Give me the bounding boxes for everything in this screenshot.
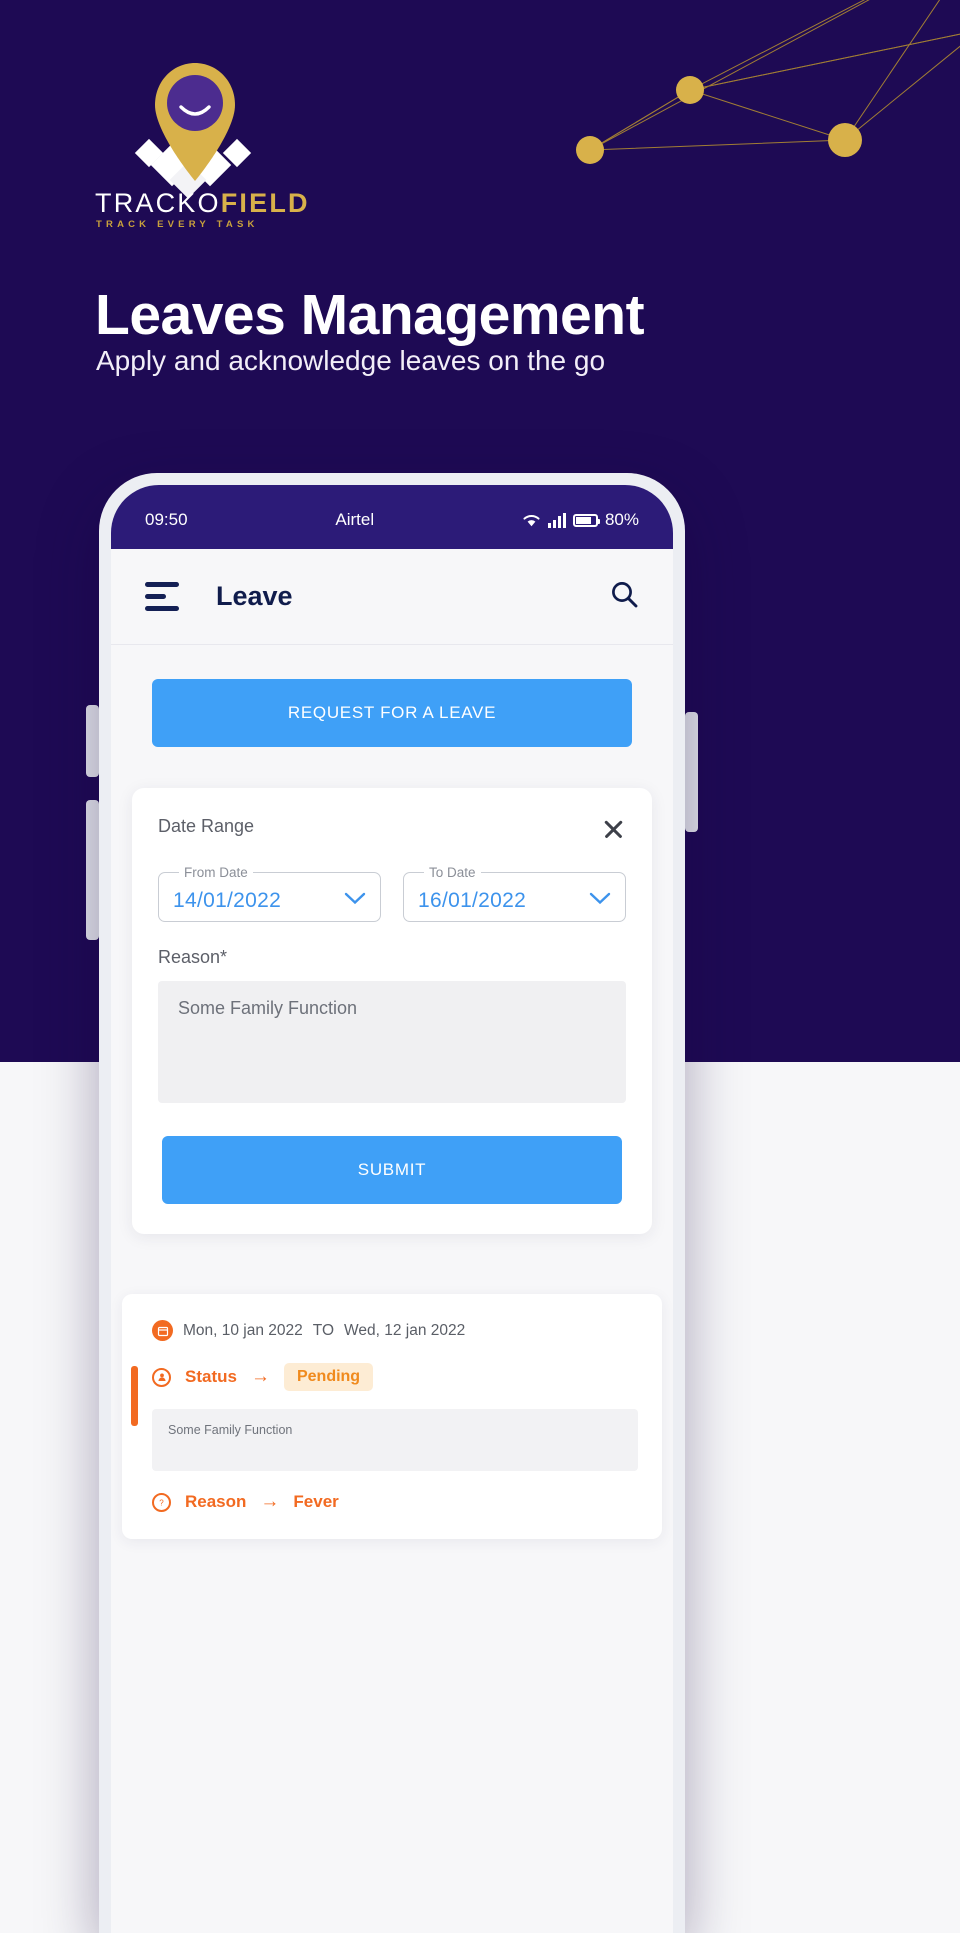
status-row: Status → Pending bbox=[152, 1363, 638, 1391]
map-pin-icon bbox=[95, 55, 295, 205]
history-to-word: TO bbox=[312, 1321, 335, 1339]
hero-title: Leaves Management bbox=[95, 283, 645, 347]
network-decoration bbox=[576, 0, 960, 164]
to-date-value: 16/01/2022 bbox=[418, 888, 527, 912]
from-date-value: 14/01/2022 bbox=[173, 888, 282, 912]
history-to-date: Wed, 12 jan 2022 bbox=[344, 1321, 466, 1339]
reason-label: Reason* bbox=[158, 947, 228, 967]
date-range-fields: From Date 14/01/2022 To Date 16/01/2022 bbox=[158, 865, 626, 922]
chevron-down-icon[interactable] bbox=[589, 892, 611, 910]
reason-row-label: Reason bbox=[185, 1492, 247, 1511]
screen-content: REQUEST FOR A LEAVE Date Range From Date… bbox=[111, 645, 673, 1559]
brand-tagline: TRACK EVERY TASK bbox=[96, 219, 259, 230]
arrow-right-icon: → bbox=[250, 1366, 270, 1387]
status-indicators: 80% bbox=[522, 510, 639, 530]
phone-power-button[interactable] bbox=[685, 712, 698, 832]
hero-subtitle: Apply and acknowledge leaves on the go bbox=[96, 345, 606, 376]
reason-input[interactable]: Some Family Function bbox=[158, 981, 626, 1103]
user-status-icon bbox=[152, 1367, 171, 1387]
from-date-field[interactable]: From Date 14/01/2022 bbox=[158, 865, 381, 922]
status-label: Status bbox=[185, 1367, 237, 1386]
phone-volume-up-button[interactable] bbox=[86, 705, 99, 777]
page-title: Leave bbox=[216, 581, 293, 611]
leave-dates-row: Mon, 10 jan 2022 TO Wed, 12 jan 2022 bbox=[152, 1320, 638, 1341]
status-badge: Pending bbox=[283, 1363, 374, 1391]
to-date-field[interactable]: To Date 16/01/2022 bbox=[403, 865, 626, 922]
question-icon: ? bbox=[152, 1492, 171, 1512]
brand-wordmark: TRACKOFIELD bbox=[95, 188, 310, 219]
leave-request-form: Date Range From Date 14/01/2022 To Date … bbox=[132, 788, 652, 1234]
brand-logo bbox=[95, 55, 295, 205]
chevron-down-icon[interactable] bbox=[344, 892, 366, 910]
battery-percent: 80% bbox=[604, 510, 639, 529]
brand-name-light: TRACKO bbox=[95, 188, 221, 218]
status-accent-bar bbox=[131, 1366, 138, 1426]
submit-button[interactable]: SUBMIT bbox=[162, 1136, 622, 1204]
history-from-date: Mon, 10 jan 2022 bbox=[183, 1321, 303, 1339]
phone-mockup: 09:50 Airtel 80% Leave REQUEST FOR A LEA… bbox=[99, 473, 685, 1933]
to-date-label: To Date bbox=[429, 865, 476, 880]
search-icon[interactable] bbox=[610, 580, 639, 614]
close-icon[interactable] bbox=[600, 816, 626, 842]
status-time: 09:50 bbox=[145, 510, 188, 529]
arrow-right-icon: → bbox=[260, 1491, 280, 1512]
phone-screen: 09:50 Airtel 80% Leave REQUEST FOR A LEA… bbox=[111, 485, 673, 1933]
brand-name-bold: FIELD bbox=[220, 188, 310, 218]
history-note: Some Family Function bbox=[152, 1409, 638, 1471]
date-range-label: Date Range bbox=[158, 816, 255, 836]
request-leave-button[interactable]: REQUEST FOR A LEAVE bbox=[152, 679, 632, 747]
battery-icon bbox=[572, 513, 600, 527]
cellular-signal-icon bbox=[547, 512, 566, 528]
status-bar: 09:50 Airtel 80% bbox=[111, 485, 673, 549]
calendar-icon bbox=[152, 1320, 173, 1341]
hamburger-menu-icon[interactable] bbox=[145, 582, 179, 611]
reason-row: ? Reason → Fever bbox=[152, 1491, 638, 1513]
wifi-icon bbox=[523, 514, 540, 526]
svg-text:?: ? bbox=[159, 1498, 164, 1507]
reason-row-value: Fever bbox=[293, 1492, 339, 1511]
leave-history-item[interactable]: Mon, 10 jan 2022 TO Wed, 12 jan 2022 Sta… bbox=[122, 1294, 662, 1539]
phone-volume-down-button[interactable] bbox=[86, 800, 99, 940]
app-bar: Leave bbox=[111, 549, 673, 645]
from-date-label: From Date bbox=[184, 865, 248, 880]
status-carrier: Airtel bbox=[335, 510, 375, 529]
